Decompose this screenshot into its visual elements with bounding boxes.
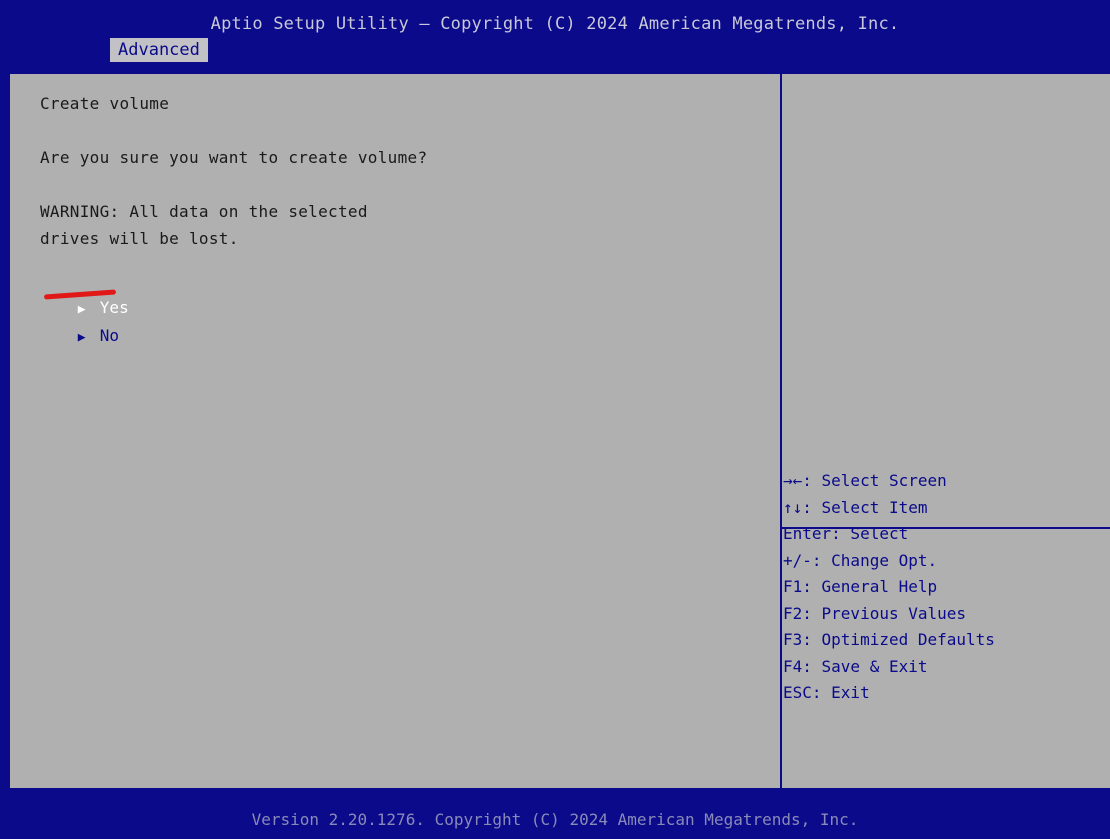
- tab-advanced[interactable]: Advanced: [110, 38, 208, 62]
- help-item: F3: Optimized Defaults: [783, 630, 995, 649]
- right-triangle-icon: ▶: [77, 330, 86, 345]
- option-no[interactable]: ▶ No: [20, 307, 119, 364]
- warning-line-1: WARNING: All data on the selected: [40, 202, 368, 221]
- dialog-panel: Create volume Are you sure you want to c…: [10, 74, 780, 788]
- option-no-label: No: [99, 326, 120, 345]
- help-item: →←: Select Screen: [783, 471, 947, 490]
- help-item: ↑↓: Select Item: [783, 497, 928, 517]
- help-item: +/-: Change Opt.: [783, 550, 938, 570]
- help-item: F1: General Help: [783, 577, 938, 596]
- dialog-question: Are you sure you want to create volume?: [40, 148, 428, 167]
- app-title: Aptio Setup Utility – Copyright (C) 2024…: [210, 14, 900, 34]
- help-item: F4: Save & Exit: [783, 656, 928, 676]
- help-item: Enter: Select: [783, 524, 909, 543]
- header-bar: Aptio Setup Utility – Copyright (C) 2024…: [0, 0, 1110, 62]
- help-item: ESC: Exit: [783, 683, 870, 702]
- help-panel: →←: Select Screen ↑↓: Select Item Enter:…: [783, 468, 1103, 707]
- help-item: F2: Previous Values: [783, 603, 967, 623]
- version-footer: Version 2.20.1276. Copyright (C) 2024 Am…: [251, 810, 859, 829]
- warning-line-2: drives will be lost.: [40, 229, 239, 248]
- vertical-divider: [780, 74, 782, 788]
- dialog-heading: Create volume: [40, 94, 170, 113]
